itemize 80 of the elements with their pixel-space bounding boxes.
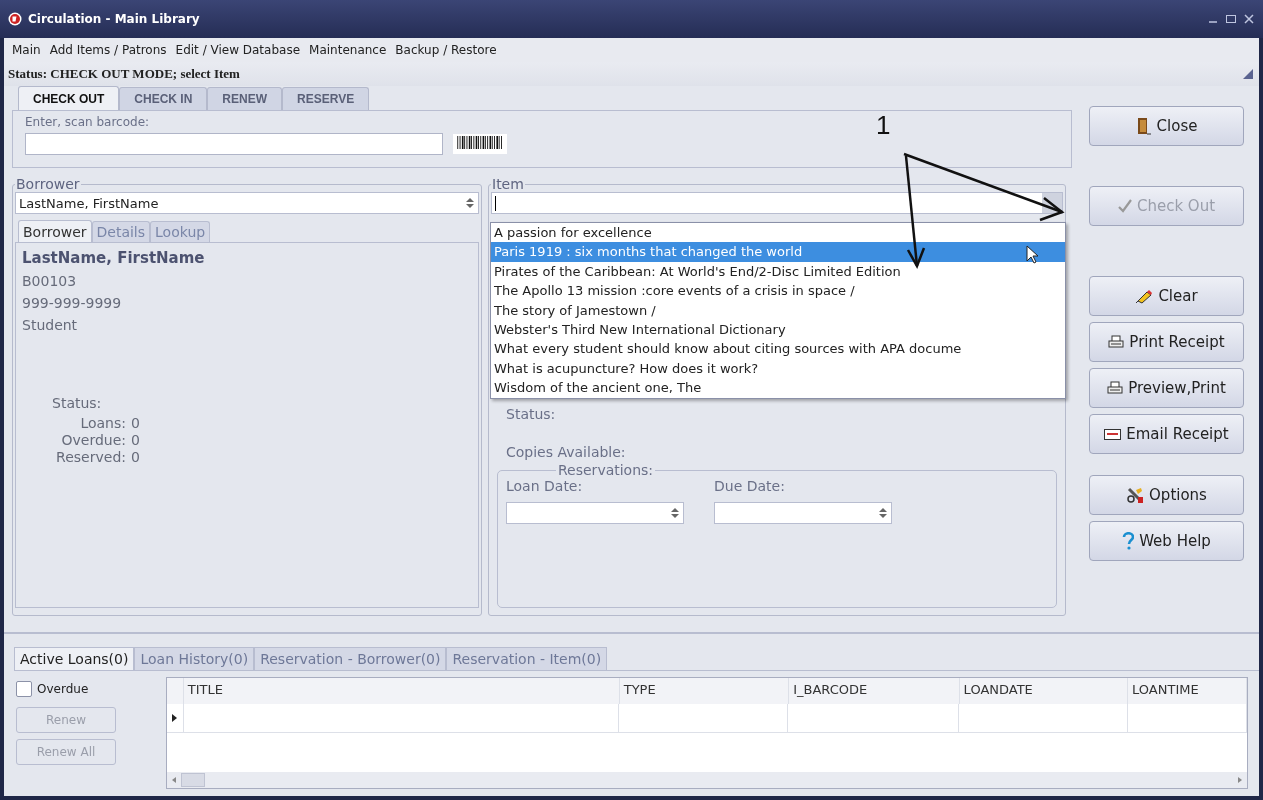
loan-date-label: Loan Date:: [506, 478, 584, 494]
row-pointer-icon: [172, 714, 178, 722]
door-icon: [1135, 117, 1152, 135]
copies-label: Copies Available:: [506, 444, 627, 460]
mouse-pointer-icon: [1026, 245, 1039, 264]
annotation-number: 1: [876, 110, 891, 141]
help-icon: [1122, 532, 1135, 550]
app-logo-icon: [8, 12, 22, 26]
barcode-input[interactable]: [25, 133, 443, 155]
menu-item[interactable]: Backup / Restore: [395, 43, 497, 57]
menu-item[interactable]: Main: [12, 43, 41, 57]
tools-icon: [1126, 486, 1145, 504]
status-text: Status: CHECK OUT MODE; select Item: [8, 66, 240, 82]
barcode-label: Enter, scan barcode:: [25, 115, 150, 129]
dropdown-option[interactable]: Wisdom of the ancient one, The: [491, 378, 1065, 398]
menu-item[interactable]: Edit / View Database: [175, 43, 301, 57]
column-header[interactable]: TYPE: [619, 678, 790, 704]
group-legend: Item: [491, 176, 525, 192]
count-value: 0: [131, 432, 141, 449]
mode-tab[interactable]: RENEW: [207, 87, 283, 110]
printer-icon: [1107, 381, 1124, 395]
printer-icon: [1108, 335, 1125, 349]
group-legend: Borrower: [15, 176, 81, 192]
barcode-icon: [453, 134, 507, 154]
status-label: Status:: [52, 395, 103, 411]
borrower-name: LastName, FirstName: [22, 249, 206, 267]
borrower-detail: B00103: [22, 273, 78, 289]
mode-tab[interactable]: RESERVE: [282, 87, 370, 110]
column-header[interactable]: TITLE: [183, 678, 620, 704]
dropdown-option[interactable]: Webster's Third New International Dictionary: [491, 320, 1065, 340]
status-label: Status:: [506, 406, 557, 422]
overdue-checkbox[interactable]: [16, 681, 32, 697]
corner-triangle-icon: [1243, 69, 1253, 79]
count-label: Reserved:: [55, 449, 126, 466]
borrower-detail: 999-999-9999: [22, 295, 123, 311]
action-button[interactable]: Preview,Print: [1089, 368, 1244, 408]
horizontal-scrollbar[interactable]: [167, 772, 1247, 788]
item-select[interactable]: [491, 192, 1063, 214]
action-button[interactable]: Print Receipt: [1089, 322, 1244, 362]
dropdown-option[interactable]: Pirates of the Caribbean: At World's End/2-Disc Limited Edition: [491, 261, 1065, 282]
menu-item[interactable]: Maintenance: [309, 43, 387, 57]
count-value: 0: [131, 449, 141, 466]
column-header[interactable]: LOANTIME: [1128, 678, 1247, 704]
check-icon: [1117, 199, 1132, 213]
action-button[interactable]: Web Help: [1089, 521, 1244, 561]
group-legend: Reservations:: [556, 462, 656, 478]
envelope-icon: [1104, 428, 1122, 440]
loans-tab[interactable]: Active Loans(0): [14, 647, 135, 670]
spinner-icon: [879, 508, 887, 518]
spinner-icon: [466, 198, 474, 208]
borrower-select[interactable]: LastName, FirstName: [15, 192, 479, 214]
count-label: Loans:: [79, 415, 126, 432]
menu-item[interactable]: Add Items / Patrons: [49, 43, 167, 57]
maximize-icon[interactable]: [1225, 13, 1237, 25]
action-button[interactable]: Email Receipt: [1089, 414, 1244, 454]
due-date-label: Due Date:: [714, 478, 786, 494]
mode-tab[interactable]: CHECK IN: [119, 87, 208, 110]
dropdown-option[interactable]: What is acupuncture? How does it work?: [491, 358, 1065, 379]
dropdown-option[interactable]: The Apollo 13 mission :core events of a crisis in space /: [491, 281, 1065, 301]
column-header[interactable]: I_BARCODE: [789, 678, 960, 704]
action-button[interactable]: Clear: [1089, 276, 1244, 316]
dropdown-option[interactable]: What every student should know about citing sources with APA docume: [491, 339, 1065, 359]
overdue-label: Overdue: [37, 682, 89, 696]
window-title: Circulation - Main Library: [28, 12, 201, 26]
count-label: Overdue:: [60, 432, 126, 449]
due-date-field[interactable]: [714, 502, 892, 524]
count-value: 0: [131, 415, 141, 432]
column-header[interactable]: LOANDATE: [959, 678, 1129, 704]
loan-date-field[interactable]: [506, 502, 684, 524]
dropdown-option[interactable]: The story of Jamestown /: [491, 300, 1065, 321]
borrower-tab[interactable]: Borrower: [18, 220, 92, 242]
mode-tab[interactable]: CHECK OUT: [18, 86, 120, 110]
spinner-icon: [671, 508, 679, 518]
eraser-icon: [1135, 288, 1154, 304]
action-button[interactable]: Options: [1089, 475, 1244, 515]
scroll-thumb[interactable]: [181, 773, 205, 787]
close-icon[interactable]: [1243, 13, 1255, 25]
dropdown-option[interactable]: A passion for excellence: [491, 223, 1065, 243]
borrower-detail: Student: [22, 317, 79, 333]
action-button[interactable]: Close: [1089, 106, 1244, 146]
